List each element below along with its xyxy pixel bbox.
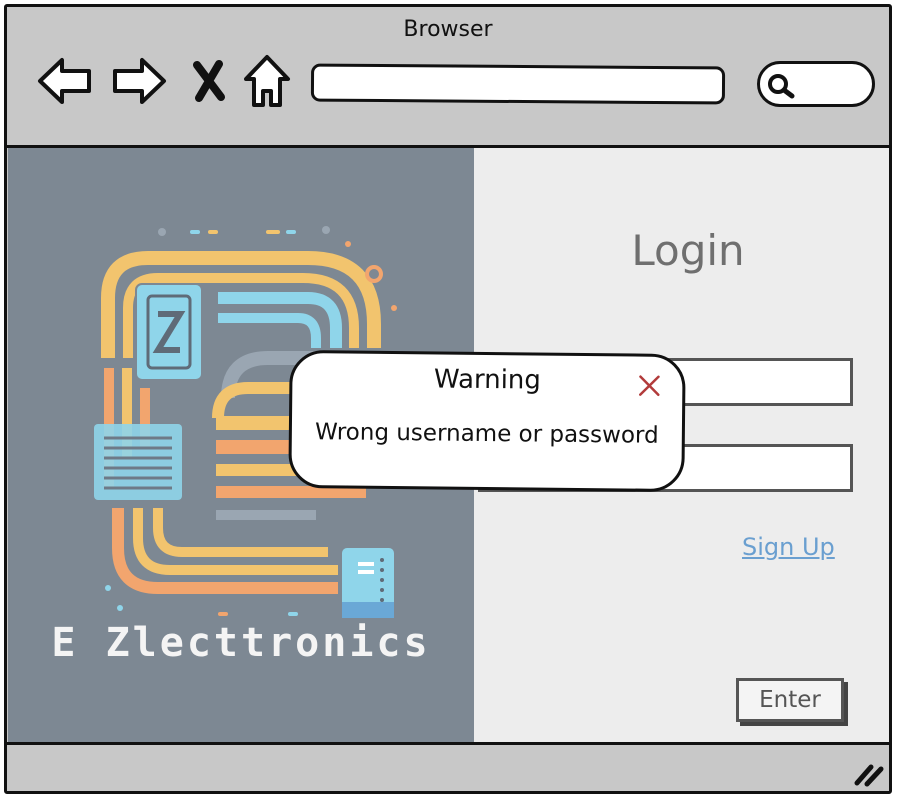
url-input[interactable] — [310, 63, 726, 105]
enter-button[interactable]: Enter — [736, 678, 844, 722]
resize-grip-icon[interactable] — [851, 759, 885, 787]
close-icon — [193, 60, 225, 102]
forward-button[interactable] — [109, 51, 169, 111]
warning-dialog: Warning Wrong username or password — [288, 349, 686, 493]
browser-title: Browser — [403, 17, 493, 42]
status-bar — [7, 742, 889, 791]
browser-toolbar: Browser — [7, 7, 889, 148]
home-icon — [244, 55, 290, 107]
back-button[interactable] — [35, 51, 95, 111]
signup-link[interactable]: Sign Up — [742, 533, 835, 561]
dialog-title: Warning — [433, 364, 542, 396]
search-icon — [768, 74, 795, 99]
home-button[interactable] — [237, 51, 297, 111]
arrow-left-icon — [38, 58, 91, 104]
search-button[interactable] — [757, 61, 875, 107]
arrow-right-icon — [113, 58, 166, 104]
dialog-message: Wrong username or password — [314, 419, 659, 449]
brand-name: E Zlecttronics — [51, 620, 431, 666]
stop-button[interactable] — [179, 51, 239, 111]
close-icon[interactable] — [638, 375, 660, 397]
login-title: Login — [631, 226, 745, 275]
